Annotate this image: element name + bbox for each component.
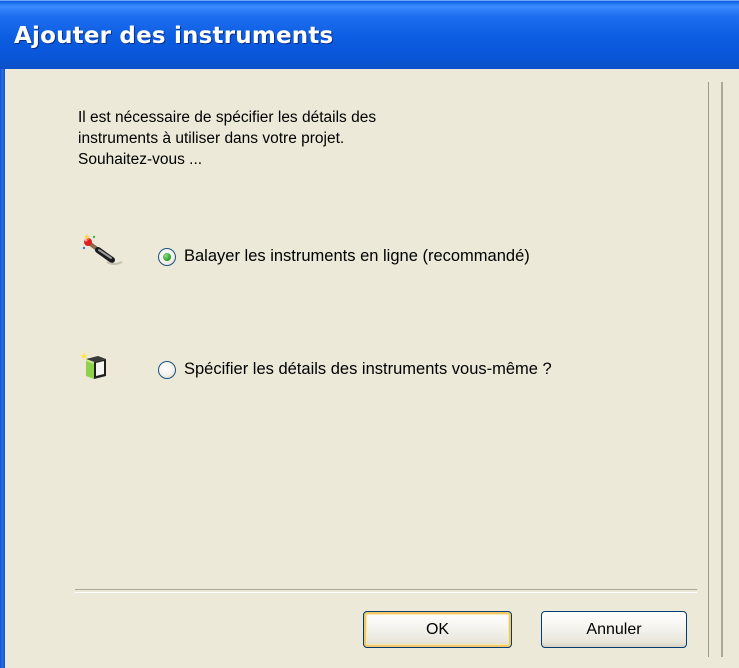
option-label-scan[interactable]: Balayer les instruments en ligne (recomm…: [184, 247, 530, 266]
title-bar[interactable]: Ajouter des instruments: [0, 0, 739, 69]
option-scan-online[interactable]: Balayer les instruments en ligne (recomm…: [76, 230, 676, 286]
side-panel-divider: [721, 82, 723, 657]
radio-scan-online[interactable]: [158, 248, 176, 266]
scan-wand-icon: [76, 230, 138, 286]
separator: [75, 589, 697, 593]
option-specify-manually[interactable]: Spécifier les détails des instruments vo…: [76, 343, 676, 399]
window-frame-left: [0, 69, 5, 668]
side-panel-edge: [708, 82, 736, 657]
radio-specify-manually[interactable]: [158, 361, 176, 379]
intro-text: Il est nécessaire de spécifier les détai…: [78, 109, 377, 168]
new-box-icon: [76, 343, 138, 399]
add-instruments-dialog: Ajouter des instruments Il est nécessair…: [0, 0, 739, 668]
ok-button[interactable]: OK: [363, 611, 512, 648]
radio-selected-dot: [163, 253, 171, 261]
dialog-body: Il est nécessaire de spécifier les détai…: [0, 69, 739, 668]
option-label-specify[interactable]: Spécifier les détails des instruments vo…: [184, 360, 552, 379]
cancel-button[interactable]: Annuler: [541, 611, 687, 648]
window-title: Ajouter des instruments: [14, 23, 334, 49]
